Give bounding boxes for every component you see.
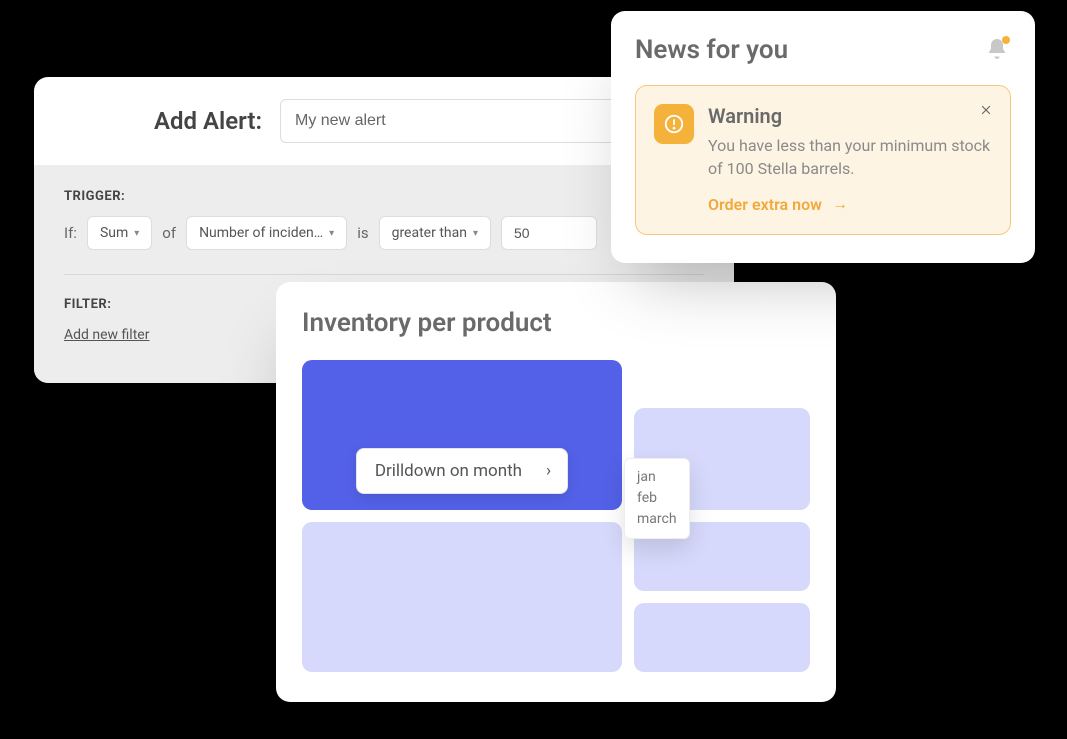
comparator-value: greater than: [392, 225, 467, 241]
trigger-section-label: TRIGGER:: [64, 189, 704, 204]
metric-select[interactable]: Number of inciden… ▾: [186, 216, 347, 250]
inventory-title: Inventory per product: [302, 308, 810, 338]
arrow-right-icon: →: [832, 194, 848, 214]
divider: [64, 274, 704, 275]
chevron-right-icon: ›: [546, 461, 551, 481]
notifications-button[interactable]: [985, 37, 1011, 63]
aggregate-select[interactable]: Sum ▾: [87, 216, 152, 250]
is-word: is: [357, 224, 368, 242]
news-title: News for you: [635, 35, 788, 65]
month-option[interactable]: march: [637, 509, 677, 530]
month-option[interactable]: jan: [637, 467, 677, 488]
month-popover: jan feb march: [624, 458, 690, 539]
month-option[interactable]: feb: [637, 488, 677, 509]
warning-alert: Warning You have less than your minimum …: [635, 85, 1011, 235]
threshold-input-wrap: [501, 216, 597, 250]
treemap-tile-stack: [634, 522, 810, 672]
treemap-tile[interactable]: [302, 522, 622, 672]
treemap: Drilldown on month › jan feb march: [302, 360, 810, 672]
warning-body: You have less than your minimum stock of…: [708, 134, 992, 180]
threshold-input[interactable]: [514, 225, 584, 241]
comparator-select[interactable]: greater than ▾: [379, 216, 491, 250]
of-word: of: [162, 224, 176, 242]
news-header: News for you: [635, 35, 1011, 65]
chevron-down-icon: ▾: [473, 228, 478, 239]
order-extra-label: Order extra now: [708, 195, 822, 214]
metric-value: Number of inciden…: [199, 225, 323, 241]
inventory-card: Inventory per product Drilldown on month…: [276, 282, 836, 702]
treemap-tile[interactable]: [634, 603, 810, 672]
treemap-tile-primary[interactable]: Drilldown on month ›: [302, 360, 622, 510]
order-extra-link[interactable]: Order extra now →: [708, 194, 848, 214]
if-word: If:: [64, 224, 77, 242]
notification-dot-icon: [1002, 36, 1010, 44]
close-button[interactable]: [976, 100, 996, 120]
trigger-row: If: Sum ▾ of Number of inciden… ▾ is gre…: [64, 216, 704, 250]
warning-badge: [654, 104, 694, 144]
add-alert-title: Add Alert:: [154, 107, 262, 135]
close-icon: [979, 103, 993, 117]
news-card: News for you Warning You ha: [611, 11, 1035, 263]
chevron-down-icon: ▾: [134, 228, 139, 239]
add-filter-link[interactable]: Add new filter: [64, 327, 149, 343]
drilldown-label: Drilldown on month: [375, 461, 522, 481]
exclamation-circle-icon: [663, 113, 685, 135]
warning-title: Warning: [708, 104, 992, 128]
chevron-down-icon: ▾: [329, 228, 334, 239]
drilldown-button[interactable]: Drilldown on month ›: [356, 448, 568, 494]
aggregate-value: Sum: [100, 225, 128, 241]
